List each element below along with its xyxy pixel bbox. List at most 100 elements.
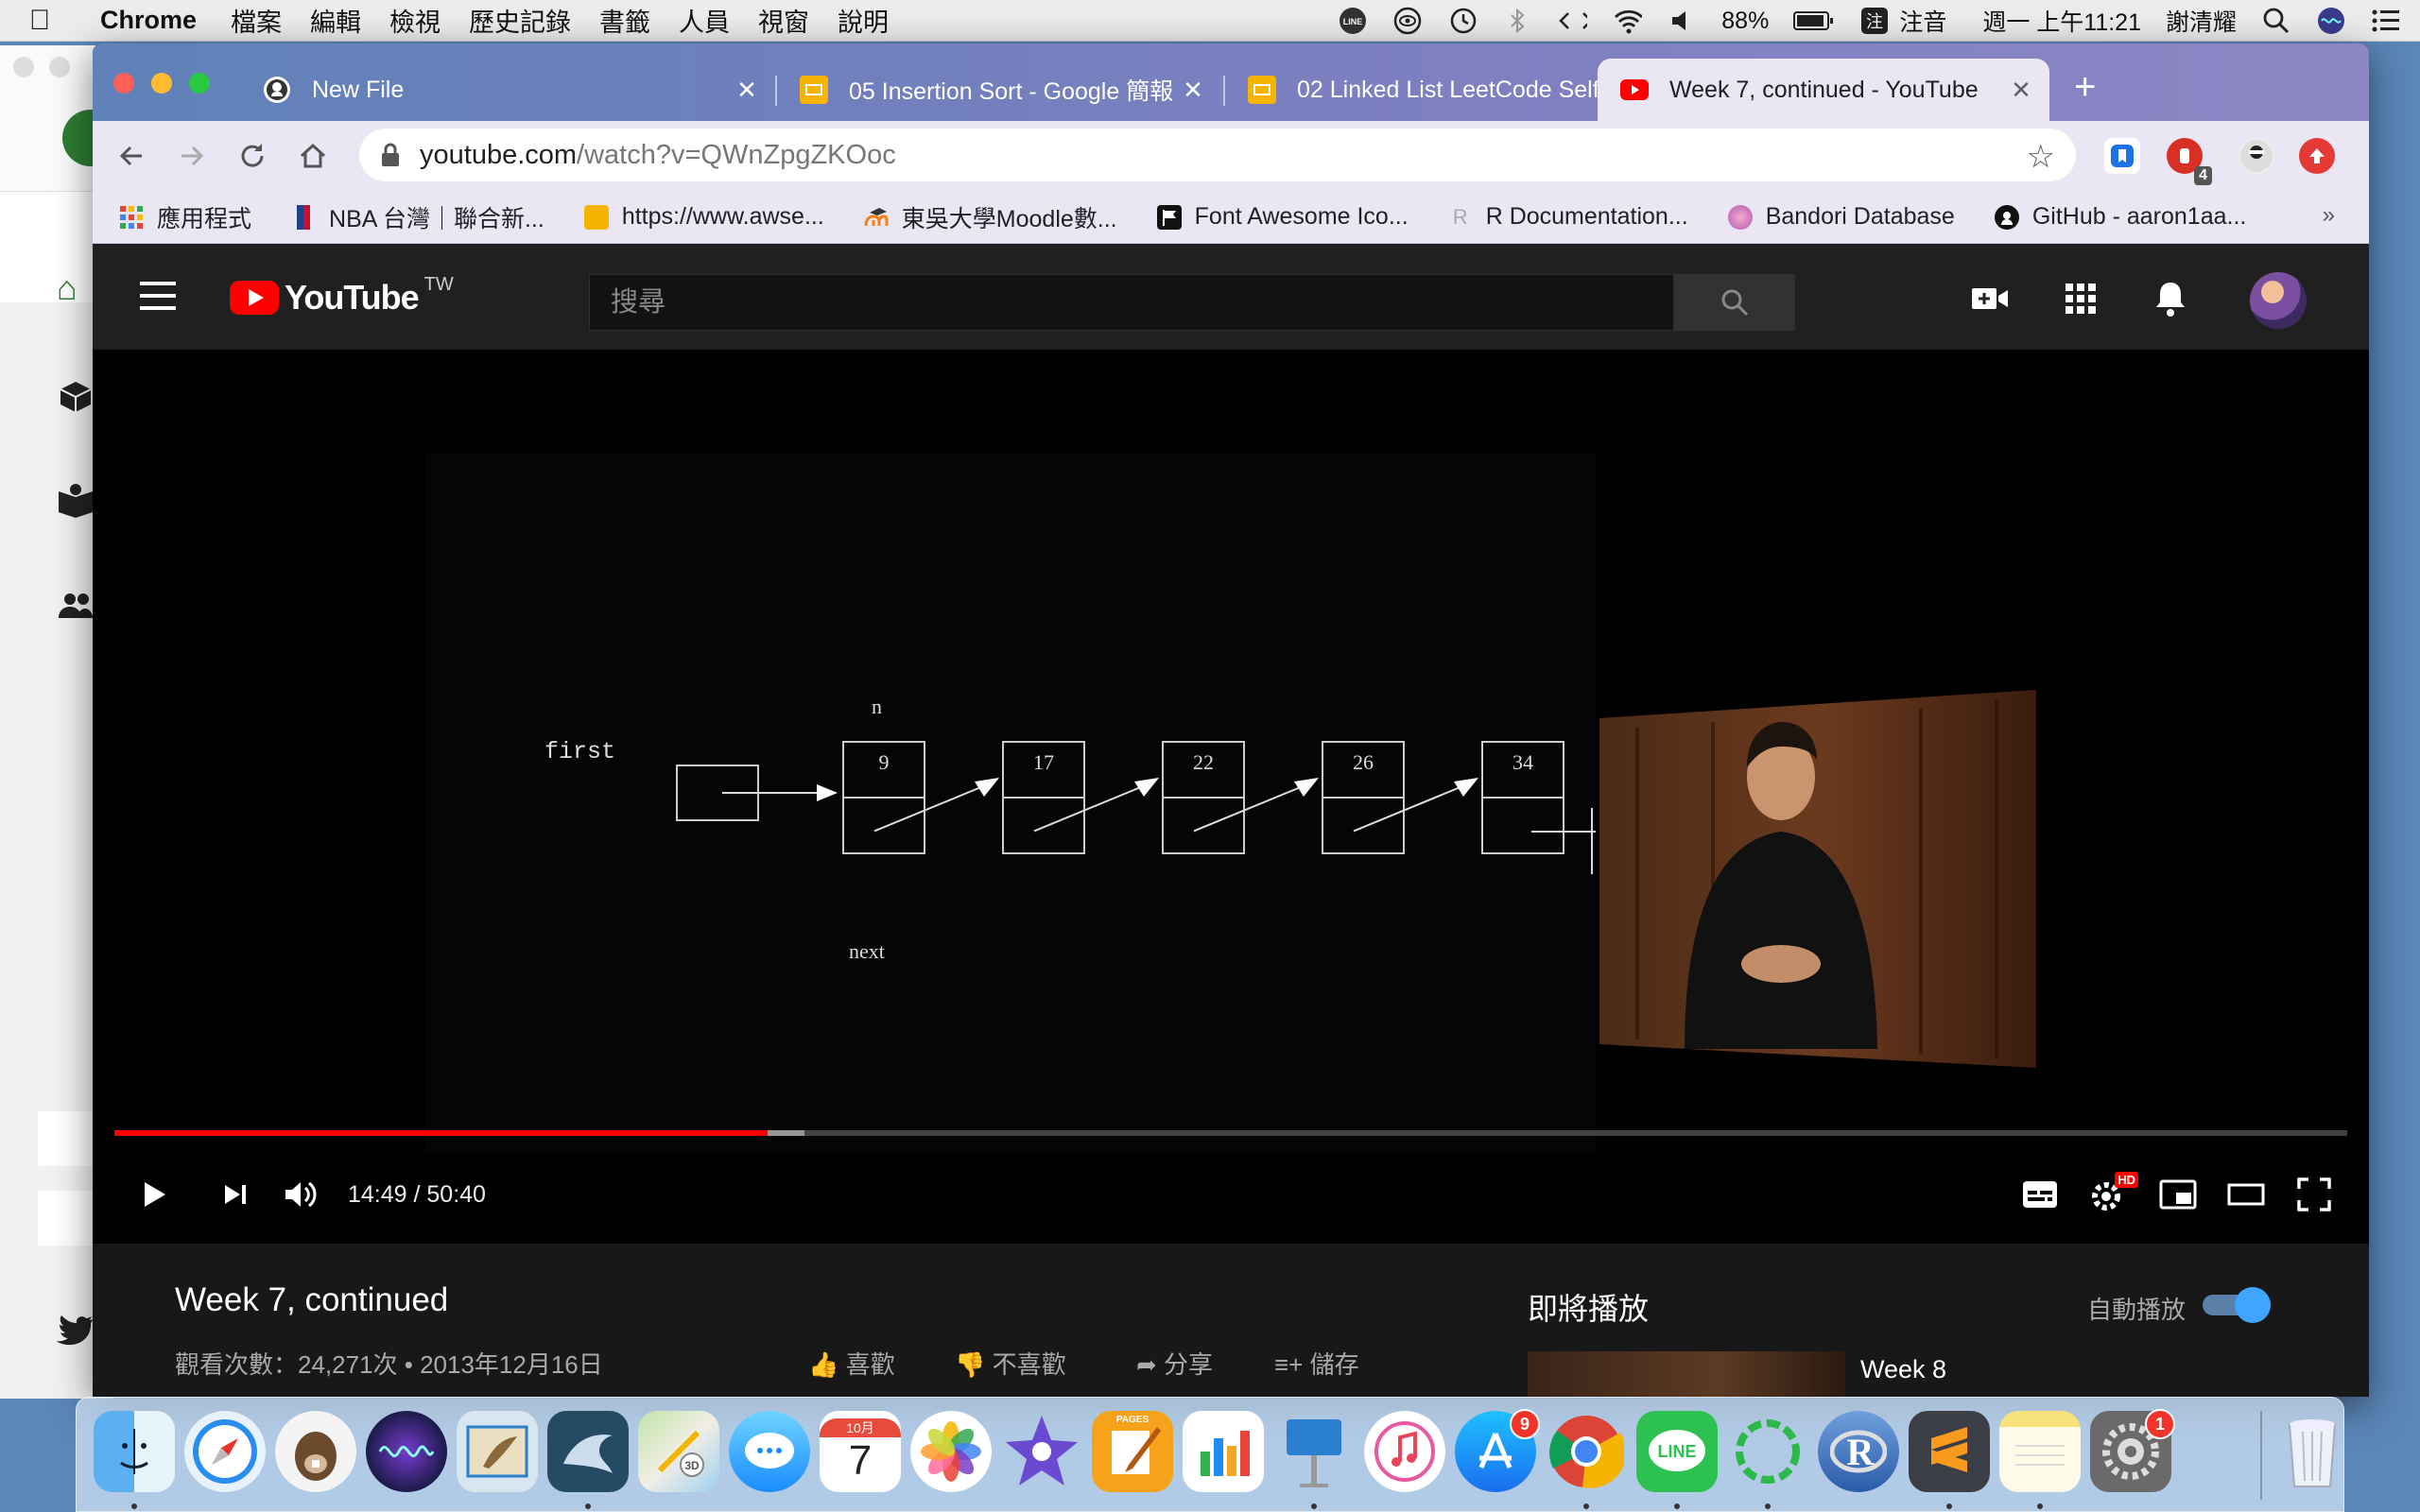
next-video-thumbnail[interactable] [1528, 1351, 1845, 1397]
notifications-bell-icon[interactable] [2150, 278, 2191, 319]
back-button[interactable] [110, 134, 153, 178]
trash-icon[interactable] [2272, 1411, 2353, 1492]
finder-icon[interactable] [94, 1411, 175, 1492]
youtube-logo[interactable]: YouTube TW [230, 274, 454, 318]
input-method-icon[interactable]: 注 [1859, 6, 1890, 36]
beaver-app-icon[interactable] [275, 1411, 356, 1492]
itunes-app-icon[interactable] [1364, 1411, 1445, 1492]
pages-app-icon[interactable]: PAGES [1092, 1411, 1173, 1492]
bookmark-star-icon[interactable]: ☆ [2027, 138, 2055, 176]
window-control-icon[interactable] [49, 57, 70, 77]
photos-app-icon[interactable] [910, 1411, 992, 1492]
search-button[interactable] [1674, 274, 1795, 331]
reload-button[interactable] [231, 134, 274, 178]
app-menu[interactable]: Chrome [100, 6, 197, 35]
create-video-icon[interactable] [1969, 278, 2011, 319]
apple-menu-icon[interactable]:  [13, 5, 66, 37]
menu-history[interactable]: 歷史記錄 [469, 2, 571, 39]
share-button[interactable]: ➦ 分享 [1136, 1346, 1213, 1381]
menu-bookmarks[interactable]: 書籤 [599, 2, 650, 39]
close-window-icon[interactable] [113, 73, 134, 94]
battery-icon[interactable] [1793, 6, 1835, 36]
r-app-icon[interactable]: R [1818, 1411, 1899, 1492]
app-store-icon[interactable]: 9 [1455, 1409, 1540, 1492]
twitter-icon[interactable] [56, 1314, 95, 1356]
menu-edit[interactable]: 編輯 [310, 2, 361, 39]
menubar-user[interactable]: 謝清耀 [2166, 4, 2237, 38]
tab-youtube-week7[interactable]: Week 7, continued - YouTube ✕ [1598, 59, 2049, 121]
maps-app-icon[interactable]: 3D [638, 1411, 719, 1492]
next-video-title[interactable]: Week 8 [1860, 1355, 1946, 1384]
subtitles-button[interactable] [2019, 1174, 2061, 1215]
bookmark-awse[interactable]: https://www.awse... [583, 203, 824, 231]
line-app-icon[interactable]: LINE [1636, 1411, 1718, 1492]
next-video-button[interactable] [214, 1174, 255, 1215]
bookmark-bandori[interactable]: Bandori Database [1727, 203, 1955, 231]
system-preferences-icon[interactable]: 1 [2090, 1409, 2175, 1492]
menu-help[interactable]: 說明 [838, 2, 889, 39]
volume-button[interactable] [280, 1174, 321, 1215]
upload-extension-icon[interactable] [2299, 138, 2335, 174]
time-machine-icon[interactable] [1447, 6, 1478, 36]
bookmark-apps[interactable]: 應用程式 [119, 200, 251, 234]
menu-window[interactable]: 視窗 [758, 2, 809, 39]
menu-people[interactable]: 人員 [679, 2, 730, 39]
forward-button[interactable] [170, 134, 214, 178]
video-player[interactable]: first n next 9 17 22 26 34 14:49 / 50:40… [93, 350, 2369, 1244]
keynote-app-icon[interactable] [1273, 1411, 1355, 1492]
minimize-window-icon[interactable] [151, 73, 172, 94]
input-method-label[interactable]: 注音 [1899, 4, 1946, 38]
bookmark-extension-icon[interactable] [2104, 138, 2140, 174]
mail-app-icon[interactable] [457, 1411, 538, 1492]
chrome-app-icon[interactable] [1546, 1411, 1627, 1492]
people-icon[interactable] [57, 588, 95, 634]
bookmark-r-documentation[interactable]: R R Documentation... [1448, 203, 1688, 231]
code-brackets-icon[interactable] [1557, 6, 1588, 36]
bookmark-nba[interactable]: NBA 台灣｜聯合新... [291, 200, 544, 234]
extension-with-badge-icon[interactable]: 4 [2167, 138, 2212, 185]
theater-mode-button[interactable] [2225, 1174, 2267, 1215]
notes-app-icon[interactable] [1999, 1411, 2081, 1492]
siri-icon[interactable] [2316, 6, 2346, 36]
sublime-text-icon[interactable] [1909, 1411, 1990, 1492]
like-button[interactable]: 👍 喜歡 [808, 1346, 895, 1381]
sync-app-icon[interactable] [1727, 1411, 1808, 1492]
play-button[interactable] [132, 1174, 174, 1215]
new-tab-button[interactable]: + [2074, 68, 2096, 106]
bookmark-github[interactable]: GitHub - aaron1aa... [1994, 203, 2246, 231]
hamburger-menu-icon[interactable] [140, 282, 176, 310]
fullscreen-button[interactable] [2293, 1174, 2335, 1215]
bookmark-moodle[interactable]: 東吳大學Moodle數... [864, 200, 1117, 234]
cube-icon[interactable] [57, 378, 95, 424]
menu-file[interactable]: 檔案 [231, 2, 282, 39]
settings-gear-icon[interactable]: HD [2087, 1172, 2138, 1215]
menu-view[interactable]: 檢視 [389, 2, 441, 39]
close-tab-icon[interactable]: ✕ [732, 76, 762, 105]
address-bar[interactable]: youtube.com/watch?v=QWnZpgZKOoc ☆ [359, 129, 2076, 181]
apps-grid-icon[interactable] [2060, 278, 2101, 319]
eye-status-icon[interactable] [1392, 6, 1423, 36]
window-control-icon[interactable] [13, 57, 34, 77]
save-button[interactable]: ≡+ 儲存 [1274, 1346, 1359, 1381]
bookmark-font-awesome[interactable]: Font Awesome Ico... [1156, 203, 1409, 231]
book-icon[interactable] [57, 482, 95, 528]
safari-icon[interactable] [184, 1411, 266, 1492]
imovie-app-icon[interactable] [1001, 1411, 1082, 1492]
numbers-app-icon[interactable] [1183, 1411, 1264, 1492]
close-tab-icon[interactable]: ✕ [2006, 76, 2036, 105]
messages-app-icon[interactable] [729, 1411, 810, 1492]
zoom-window-icon[interactable] [189, 73, 210, 94]
volume-icon[interactable] [1667, 6, 1697, 36]
siri-app-icon[interactable] [366, 1411, 447, 1492]
tab-insertion-sort[interactable]: 05 Insertion Sort - Google 簡報 ✕ [777, 59, 1221, 121]
wifi-icon[interactable] [1612, 6, 1643, 36]
profile-extension-icon[interactable] [2238, 138, 2274, 174]
dislike-button[interactable]: 👎 不喜歡 [955, 1346, 1066, 1381]
home-icon[interactable]: ⌂ [57, 268, 78, 308]
more-bookmarks-icon[interactable]: » [2323, 202, 2335, 229]
user-avatar[interactable] [2250, 272, 2307, 329]
miniplayer-button[interactable] [2157, 1174, 2199, 1215]
calendar-app-icon[interactable]: 10月 7 [820, 1411, 901, 1492]
tab-new-file[interactable]: New File ✕ [240, 59, 775, 121]
bluetooth-icon[interactable] [1502, 6, 1532, 36]
